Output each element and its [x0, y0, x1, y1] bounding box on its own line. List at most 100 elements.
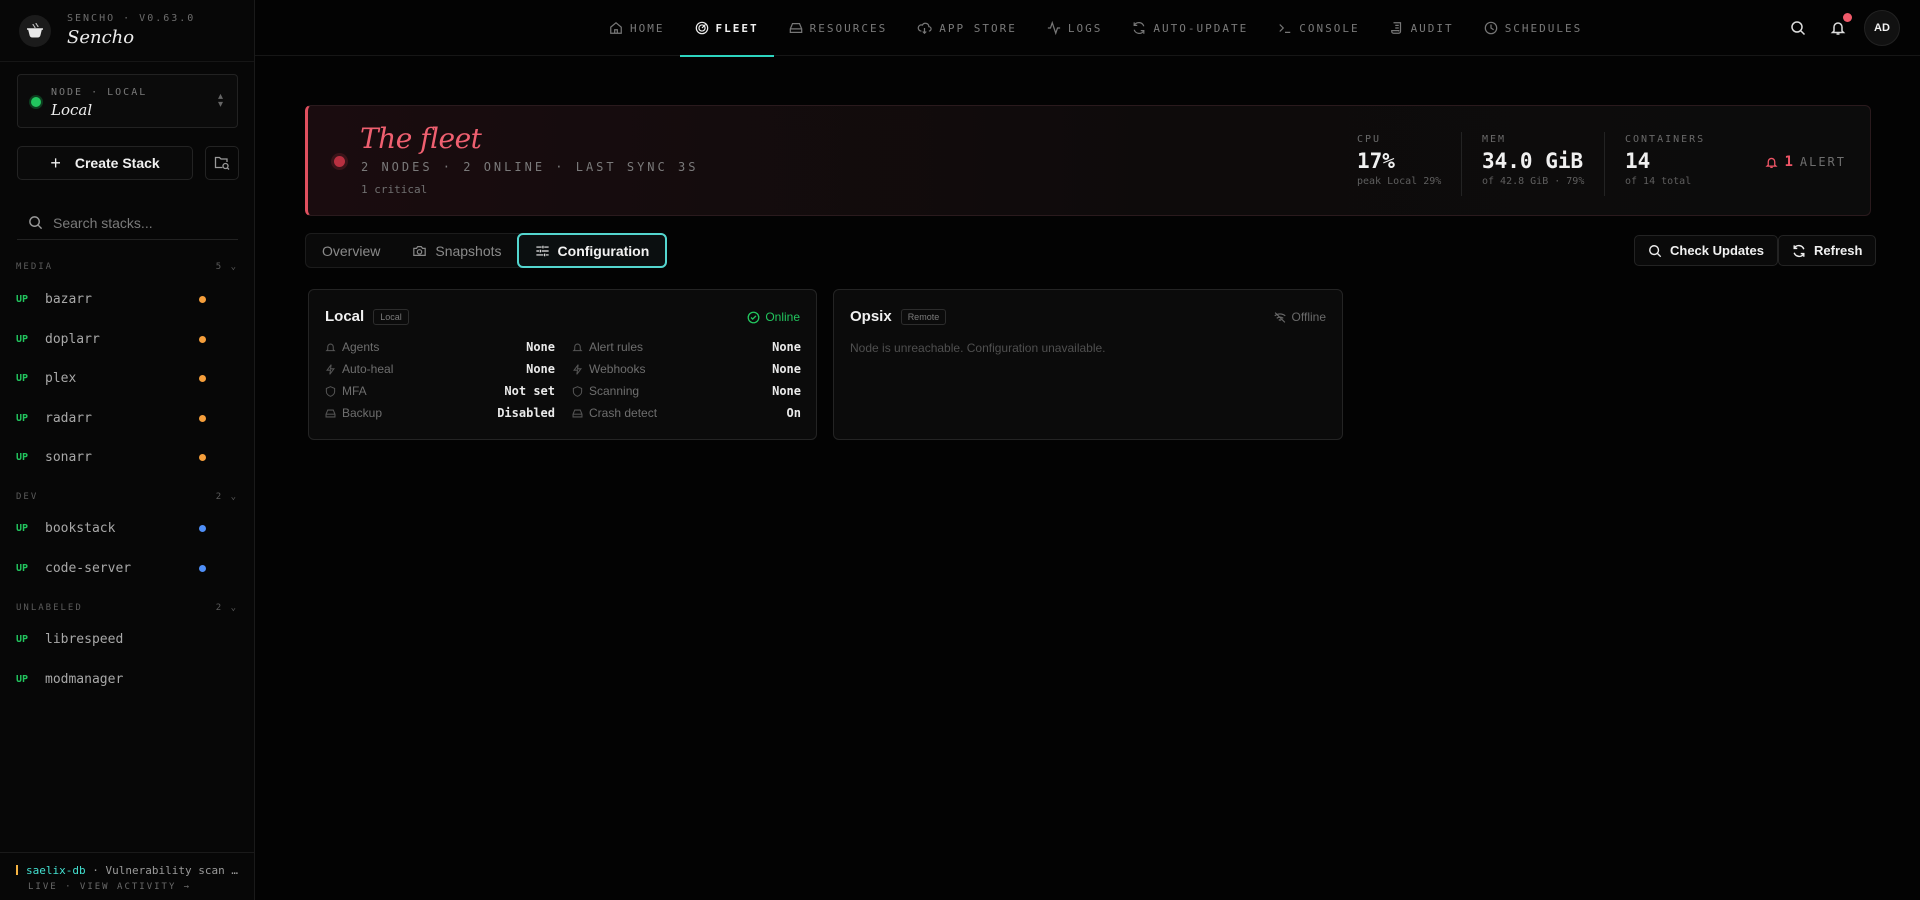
check-updates-button[interactable]: Check Updates — [1634, 235, 1778, 266]
config-key: Scanning — [589, 384, 640, 398]
stack-status: UP — [16, 333, 29, 345]
stack-item-sonarr[interactable]: UP sonarr — [0, 443, 254, 471]
config-value: Disabled — [497, 406, 555, 420]
main-tabs: HOME FLEET RESOURCES APP STORE LOGS AUTO… — [594, 0, 1598, 57]
stat-sub: of 42.8 GiB · 79% — [1482, 176, 1585, 187]
brand[interactable]: SENCHO · V0.63.0 Sencho — [0, 0, 254, 62]
nav-tab-home[interactable]: HOME — [594, 0, 680, 56]
config-value: Not set — [504, 384, 555, 398]
stack-status: UP — [16, 451, 29, 463]
tab-configuration[interactable]: Configuration — [516, 233, 668, 268]
nav-tab-label: SCHEDULES — [1504, 21, 1583, 35]
nav-tab-app-store[interactable]: APP STORE — [902, 0, 1032, 56]
clock-icon — [1484, 21, 1497, 35]
config-row-backup: Backup Disabled — [325, 404, 555, 422]
stack-item-modmanager[interactable]: UP modmanager — [0, 665, 254, 693]
nav-tab-auto-update[interactable]: AUTO-UPDATE — [1117, 0, 1263, 56]
activity-message: Vulnerability scan … — [105, 864, 238, 877]
fleet-status-dot — [334, 156, 345, 167]
config-key: Crash detect — [589, 406, 658, 420]
node-type-badge: Remote — [900, 308, 947, 325]
stack-label-dot — [199, 453, 206, 461]
config-key: Webhooks — [589, 362, 646, 376]
refresh-icon — [1133, 22, 1145, 34]
wifi-off-icon — [1273, 311, 1286, 323]
scroll-icon — [1390, 22, 1401, 34]
refresh-label: Refresh — [1814, 243, 1863, 258]
tab-label: Snapshots — [435, 242, 502, 259]
nav-tab-label: AUTO-UPDATE — [1153, 21, 1249, 35]
config-row-webhooks: Webhooks None — [572, 360, 801, 378]
alert-count: 1 — [1784, 154, 1793, 170]
group-header-unlabeled[interactable]: UNLABELED 2 ⌄ — [16, 603, 238, 613]
activity-ticker[interactable]: saelix-db · Vulnerability scan … LIVE · … — [0, 852, 254, 900]
notifications-button[interactable] — [1820, 10, 1856, 46]
node-unreachable-message: Node is unreachable. Configuration unava… — [850, 341, 1106, 355]
stack-search[interactable] — [17, 206, 238, 240]
node-selector-value: Local — [51, 101, 93, 119]
stack-name: radarr — [45, 410, 92, 426]
group-header-media[interactable]: MEDIA 5 ⌄ — [16, 262, 238, 272]
hard-drive-icon — [789, 23, 802, 33]
group-count: 5 ⌄ — [215, 262, 238, 272]
bell-icon — [572, 343, 583, 351]
group-name: MEDIA — [16, 262, 54, 272]
config-row-mfa: MFA Not set — [325, 382, 555, 400]
tab-snapshots[interactable]: Snapshots — [396, 234, 517, 267]
node-selector[interactable]: NODE · LOCAL Local ▴ ▾ — [17, 74, 238, 128]
tab-overview[interactable]: Overview — [306, 234, 396, 267]
nav-tab-fleet[interactable]: FLEET — [679, 0, 774, 57]
fleet-summary-banner: The fleet 2 NODES · 2 ONLINE · LAST SYNC… — [305, 105, 1871, 216]
nav-tab-label: CONSOLE — [1299, 21, 1360, 35]
nav-tab-audit[interactable]: AUDIT — [1375, 0, 1469, 56]
create-stack-button[interactable]: + Create Stack — [17, 146, 193, 180]
camera-icon — [413, 245, 427, 256]
app-name: Sencho — [67, 27, 135, 48]
config-value: None — [772, 340, 801, 354]
shield-icon — [325, 385, 336, 397]
node-name: Opsix Remote — [850, 308, 947, 325]
nav-tab-logs[interactable]: LOGS — [1032, 0, 1118, 56]
folder-search-button[interactable] — [205, 146, 239, 180]
stack-item-librespeed[interactable]: UP librespeed — [0, 625, 254, 653]
top-actions: AD — [1776, 10, 1900, 46]
group-count: 2 ⌄ — [215, 603, 238, 613]
activity-icon — [1047, 21, 1060, 35]
node-status-dot — [31, 97, 41, 107]
group-header-dev[interactable]: DEV 2 ⌄ — [16, 492, 238, 502]
nav-tab-resources[interactable]: RESOURCES — [774, 0, 903, 56]
zap-icon — [326, 363, 335, 375]
stack-item-radarr[interactable]: UP radarr — [0, 404, 254, 432]
refresh-button[interactable]: Refresh — [1778, 235, 1877, 266]
stat-sub: peak Local 29% — [1357, 176, 1442, 187]
stack-status: UP — [16, 633, 29, 645]
config-row-auto-heal: Auto-heal None — [325, 360, 555, 378]
search-stacks-input[interactable] — [53, 214, 223, 231]
global-search-button[interactable] — [1780, 10, 1816, 46]
node-card-local[interactable]: Local Local Online Agents None Auto-heal… — [308, 289, 817, 440]
sencho-logo-icon — [19, 14, 51, 47]
stack-item-doplarr[interactable]: UP doplarr — [0, 325, 254, 353]
search-icon — [1649, 244, 1662, 257]
terminal-icon — [1279, 24, 1291, 33]
nav-tab-console[interactable]: CONSOLE — [1263, 0, 1374, 56]
nav-tab-schedules[interactable]: SCHEDULES — [1469, 0, 1598, 56]
stat-label: MEM — [1482, 134, 1507, 145]
node-card-opsix[interactable]: Opsix Remote Offline Node is unreachable… — [833, 289, 1343, 440]
alert-label: ALERT — [1799, 155, 1846, 169]
alert-indicator[interactable]: 1 ALERT — [1765, 154, 1846, 170]
stack-item-code-server[interactable]: UP code-server — [0, 554, 254, 582]
home-icon — [610, 21, 622, 34]
stack-item-bookstack[interactable]: UP bookstack — [0, 514, 254, 542]
stack-name: librespeed — [45, 631, 124, 647]
divider — [1461, 132, 1462, 196]
stack-item-plex[interactable]: UP plex — [0, 364, 254, 392]
stack-item-bazarr[interactable]: UP bazarr — [0, 285, 254, 313]
view-activity-link[interactable]: LIVE · VIEW ACTIVITY → — [16, 882, 254, 892]
activity-stack: saelix-db — [26, 864, 86, 877]
node-selector-label: NODE · LOCAL — [51, 87, 148, 98]
check-updates-label: Check Updates — [1670, 243, 1764, 258]
user-avatar[interactable]: AD — [1864, 10, 1900, 46]
stat-value: 17% — [1357, 149, 1395, 173]
config-value: None — [526, 340, 555, 354]
